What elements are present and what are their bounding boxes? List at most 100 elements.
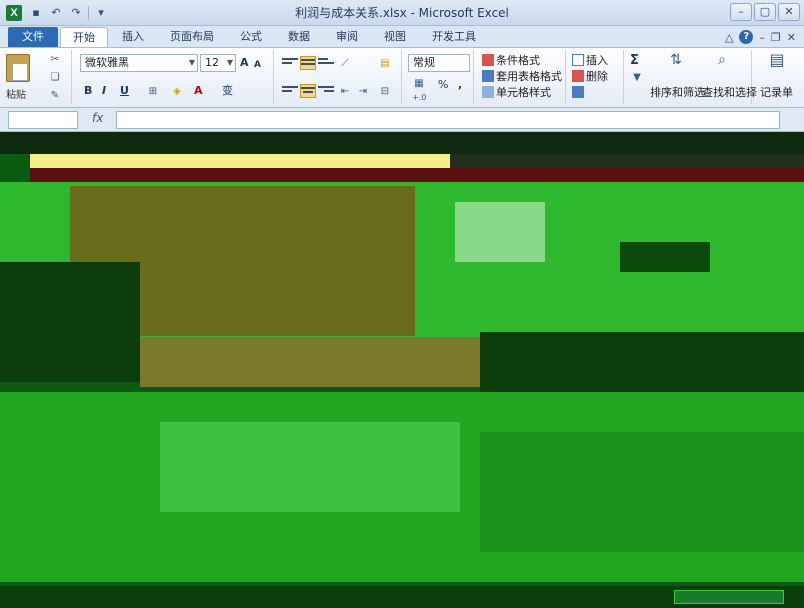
grow-font-button[interactable]: A xyxy=(240,54,249,72)
paste-icon[interactable] xyxy=(6,54,30,82)
help-icon[interactable]: ? xyxy=(739,30,754,44)
tab-view[interactable]: 视图 xyxy=(372,27,418,47)
phonetic-button[interactable]: 变 xyxy=(222,82,233,100)
form-icon[interactable]: ▤ xyxy=(766,52,788,76)
formula-bar: fx xyxy=(0,108,804,132)
record-form-label[interactable]: 记录单 xyxy=(760,84,793,100)
dark-band xyxy=(450,154,804,168)
align-center-icon[interactable] xyxy=(300,84,316,98)
font-size-select[interactable]: 12 ▼ xyxy=(200,54,236,72)
save-icon[interactable]: ▪ xyxy=(28,5,44,21)
format-as-table-button[interactable]: 套用表格格式 xyxy=(482,70,562,84)
dark-green-block xyxy=(620,242,710,272)
comma-button[interactable]: , xyxy=(458,76,462,94)
sort-filter-icon[interactable]: ⇅ xyxy=(666,53,686,74)
name-box[interactable] xyxy=(8,111,78,129)
align-top-icon[interactable] xyxy=(282,56,298,70)
zoom-slider[interactable] xyxy=(674,590,784,604)
worksheet-grid[interactable] xyxy=(0,132,804,608)
format-cells-button[interactable] xyxy=(572,86,586,100)
maximize-icon[interactable]: ▢ xyxy=(754,3,776,21)
wrap-text-icon[interactable]: ▤ xyxy=(378,58,392,70)
excel-logo-icon[interactable]: X xyxy=(6,4,22,21)
cells-group: 插入 删除 xyxy=(568,50,624,104)
quick-access-toolbar: ▪ ↶ ↷ ▾ xyxy=(28,5,109,21)
font-name-value: 微软雅黑 xyxy=(85,56,129,69)
status-bar xyxy=(0,586,804,608)
fill-icon[interactable]: ▼ xyxy=(630,72,644,84)
tab-right-controls: △ ? – ❐ ✕ xyxy=(725,27,804,47)
tab-file[interactable]: 文件 xyxy=(8,27,58,47)
merge-center-icon[interactable]: ⊟ xyxy=(378,86,392,98)
number-format-select[interactable]: 常规 xyxy=(408,54,470,72)
paste-label[interactable]: 粘贴 xyxy=(6,86,26,101)
editing-group: Σ ▼ ⇅ ⌕ 排序和筛选 查找和选择 xyxy=(626,50,757,104)
olive-lower-region xyxy=(140,337,480,387)
find-select-label[interactable]: 查找和选择 xyxy=(702,84,757,100)
undo-icon[interactable]: ↶ xyxy=(48,5,64,21)
sort-filter-label[interactable]: 排序和筛选 xyxy=(650,84,705,100)
window-title: 利润与成本关系.xlsx - Microsoft Excel xyxy=(295,6,509,20)
font-name-select[interactable]: 微软雅黑 ▼ xyxy=(80,54,198,72)
left-dark-region xyxy=(0,262,140,382)
tab-data[interactable]: 数据 xyxy=(276,27,322,47)
conditional-formatting-button[interactable]: 条件格式 xyxy=(482,54,540,68)
styles-group: 条件格式 套用表格格式 单元格样式 xyxy=(476,50,566,104)
decrease-indent-icon[interactable]: ⇤ xyxy=(338,86,352,98)
underline-button[interactable]: U xyxy=(120,82,129,100)
dark-red-band xyxy=(30,168,804,182)
tab-home[interactable]: 开始 xyxy=(60,27,108,47)
align-right-icon[interactable] xyxy=(318,84,334,98)
tab-page-layout[interactable]: 页面布局 xyxy=(158,27,226,47)
tab-developer[interactable]: 开发工具 xyxy=(420,27,488,47)
autosum-button[interactable]: Σ xyxy=(630,52,639,70)
bold-button[interactable]: B xyxy=(84,82,92,100)
record-group: ▤ 记录单 xyxy=(754,50,802,104)
italic-button[interactable]: I xyxy=(102,82,106,100)
copy-icon[interactable]: ❏ xyxy=(48,72,62,84)
cut-icon[interactable]: ✂ xyxy=(48,54,62,66)
border-icon[interactable]: ⊞ xyxy=(146,86,160,98)
workbook-minimize-icon[interactable]: – xyxy=(759,31,765,44)
tab-insert[interactable]: 插入 xyxy=(110,27,156,47)
cell-styles-icon xyxy=(482,86,494,98)
clipboard-group: 粘贴 ✂ ❏ ✎ xyxy=(0,50,72,104)
chevron-down-icon: ▼ xyxy=(226,58,233,67)
fill-color-icon[interactable]: ◈ xyxy=(170,86,184,98)
light-green-block xyxy=(455,202,545,262)
format-painter-icon[interactable]: ✎ xyxy=(48,90,62,102)
redo-icon[interactable]: ↷ xyxy=(68,5,84,21)
font-size-value: 12 xyxy=(205,56,219,69)
shrink-font-button[interactable]: A xyxy=(254,56,261,74)
increase-decimal-icon[interactable]: +.0 xyxy=(412,92,426,104)
insert-cells-label: 插入 xyxy=(586,54,608,67)
increase-indent-icon[interactable]: ⇥ xyxy=(356,86,370,98)
ribbon-collapse-icon[interactable]: △ xyxy=(725,31,733,44)
accounting-format-icon[interactable]: ▦ xyxy=(412,78,426,90)
align-middle-icon[interactable] xyxy=(300,56,316,70)
cell-styles-label: 单元格样式 xyxy=(496,86,551,99)
fx-icon[interactable]: fx xyxy=(92,111,103,125)
excel-window: X ▪ ↶ ↷ ▾ 利润与成本关系.xlsx - Microsoft Excel… xyxy=(0,0,804,608)
workbook-close-icon[interactable]: ✕ xyxy=(787,31,796,44)
percent-button[interactable]: % xyxy=(438,76,448,94)
orientation-icon[interactable]: ⟋ xyxy=(338,58,352,70)
delete-cells-button[interactable]: 删除 xyxy=(572,70,608,84)
close-icon[interactable]: ✕ xyxy=(778,3,800,21)
title-bar: X ▪ ↶ ↷ ▾ 利润与成本关系.xlsx - Microsoft Excel… xyxy=(0,0,804,26)
minimize-icon[interactable]: – xyxy=(730,3,752,21)
workbook-restore-icon[interactable]: ❐ xyxy=(771,31,781,44)
lower-right-region xyxy=(480,432,804,552)
find-select-icon[interactable]: ⌕ xyxy=(712,53,732,74)
formula-input[interactable] xyxy=(116,111,780,129)
font-color-button[interactable]: A xyxy=(194,82,203,100)
align-left-icon[interactable] xyxy=(282,84,298,98)
insert-cells-button[interactable]: 插入 xyxy=(572,54,608,68)
tab-formulas[interactable]: 公式 xyxy=(228,27,274,47)
tab-review[interactable]: 审阅 xyxy=(324,27,370,47)
align-bottom-icon[interactable] xyxy=(318,56,334,70)
format-as-table-label: 套用表格格式 xyxy=(496,70,562,83)
alignment-group: ⟋ ▤ ⇤ ⇥ ⊟ xyxy=(276,50,402,104)
cell-styles-button[interactable]: 单元格样式 xyxy=(482,86,551,100)
customize-qat-icon[interactable]: ▾ xyxy=(93,5,109,21)
